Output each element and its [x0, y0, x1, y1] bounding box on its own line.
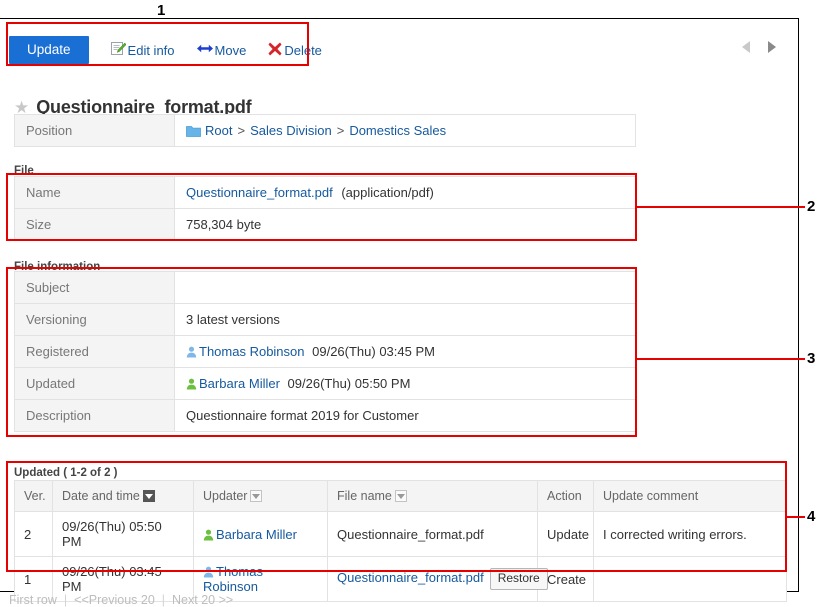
record-pager: [742, 41, 776, 53]
cell-filename-link[interactable]: Questionnaire_format.pdf: [337, 570, 484, 585]
annotation-number-1: 1: [157, 2, 166, 19]
list-pager: First row | <<Previous 20 | Next 20 >>: [9, 593, 233, 607]
breadcrumb-separator-2: >: [336, 123, 345, 138]
position-row: Position Root > Sales Division > Domestics S…: [14, 114, 636, 147]
annotation-leader-4: [787, 516, 805, 518]
pager-divider-1: |: [63, 593, 68, 607]
prev-record-arrow-icon[interactable]: [742, 41, 750, 53]
annotation-box-1: [6, 22, 309, 66]
annotation-box-4: [6, 461, 787, 572]
annotation-number-3: 3: [807, 350, 816, 367]
pager-first-row[interactable]: First row: [9, 593, 57, 607]
pager-divider-2: |: [161, 593, 166, 607]
pager-previous[interactable]: <<Previous 20: [74, 593, 155, 607]
annotation-box-3: [6, 267, 637, 437]
position-breadcrumb: Root > Sales Division > Domestics Sales: [174, 114, 636, 147]
breadcrumb-root[interactable]: Root: [205, 123, 232, 138]
next-record-arrow-icon[interactable]: [768, 41, 776, 53]
annotation-number-2: 2: [807, 198, 816, 215]
breadcrumb-domestics-sales[interactable]: Domestics Sales: [349, 123, 446, 138]
position-table: Position Root > Sales Division > Domestics S…: [14, 114, 636, 147]
annotation-number-4: 4: [807, 508, 816, 525]
annotation-leader-3: [636, 358, 805, 360]
breadcrumb-separator-1: >: [237, 123, 246, 138]
position-label: Position: [14, 114, 175, 147]
breadcrumb-sales-division[interactable]: Sales Division: [250, 123, 332, 138]
pager-next[interactable]: Next 20 >>: [172, 593, 233, 607]
annotation-box-2: [6, 173, 637, 241]
folder-icon: [186, 125, 201, 137]
annotation-leader-2: [636, 206, 805, 208]
